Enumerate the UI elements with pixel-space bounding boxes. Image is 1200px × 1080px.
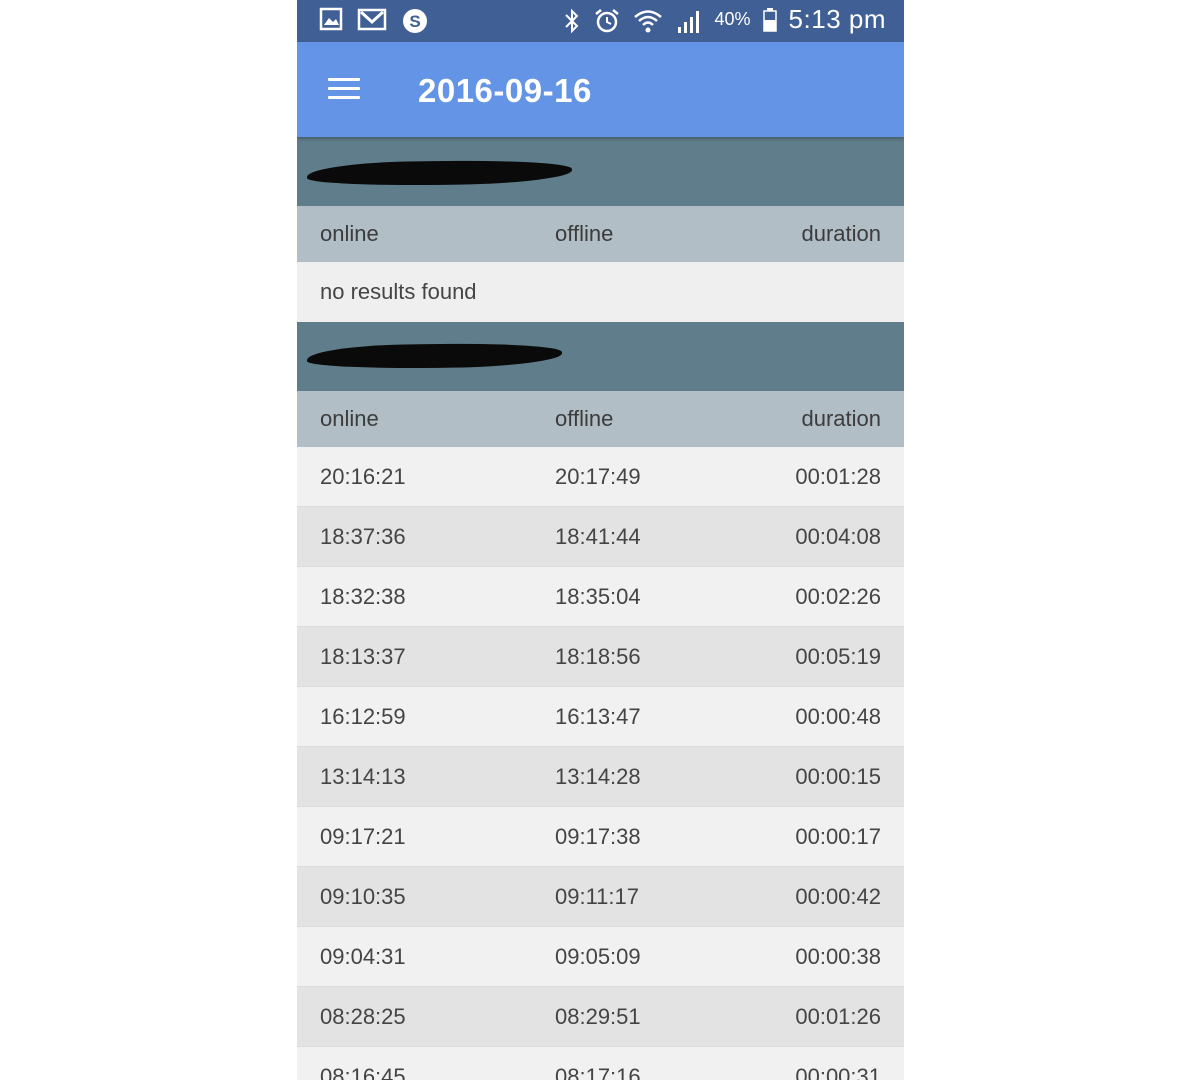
gallery-icon: [319, 7, 343, 33]
bluetooth-icon: [563, 7, 581, 33]
column-online: online: [320, 406, 379, 431]
skype-icon: S: [401, 7, 429, 33]
offline-time: 09:17:38: [555, 823, 641, 849]
offline-time: 16:13:47: [555, 703, 641, 729]
system-status-icons: 40% 5:13 pm: [563, 4, 886, 35]
offline-time: 18:41:44: [555, 523, 641, 549]
column-online: online: [320, 221, 379, 246]
status-bar: S 40% 5:13 pm: [297, 0, 904, 42]
offline-time: 08:17:16: [555, 1063, 641, 1080]
table-row[interactable]: 13:14:13 13:14:28 00:00:15: [297, 747, 904, 807]
table-row[interactable]: 18:37:36 18:41:44 00:04:08: [297, 507, 904, 567]
hamburger-menu-icon[interactable]: [328, 78, 360, 104]
redacted-device-name: [306, 341, 563, 371]
table-row[interactable]: 16:12:59 16:13:47 00:00:48: [297, 687, 904, 747]
battery-percent: 40%: [714, 9, 751, 29]
notification-icons: S: [319, 7, 429, 33]
table-row[interactable]: 08:16:45 08:17:16 00:00:31: [297, 1047, 904, 1080]
duration-value: 00:00:42: [795, 883, 881, 909]
duration-value: 00:04:08: [795, 523, 881, 549]
online-time: 08:16:45: [320, 1063, 406, 1080]
device-header-2[interactable]: [297, 322, 904, 391]
gmail-icon: [357, 7, 387, 33]
online-time: 13:14:13: [320, 763, 406, 789]
online-time: 08:28:25: [320, 1003, 406, 1029]
offline-time: 18:35:04: [555, 583, 641, 609]
offline-time: 20:17:49: [555, 463, 641, 489]
online-time: 09:04:31: [320, 943, 406, 969]
wifi-icon: [633, 7, 663, 33]
table-row[interactable]: 18:32:38 18:35:04 00:02:26: [297, 567, 904, 627]
alarm-icon: [593, 7, 621, 33]
table-row[interactable]: 08:28:25 08:29:51 00:01:26: [297, 987, 904, 1047]
svg-text:S: S: [409, 12, 420, 31]
online-time: 20:16:21: [320, 463, 406, 489]
phone-screen: S 40% 5:13 pm 2016-09-16 online offline …: [297, 0, 904, 1080]
clock: 5:13 pm: [788, 4, 886, 34]
column-duration: duration: [801, 406, 881, 431]
duration-value: 00:02:26: [795, 583, 881, 609]
online-time: 18:37:36: [320, 523, 406, 549]
duration-value: 00:00:48: [795, 703, 881, 729]
column-duration: duration: [801, 221, 881, 246]
battery-icon: [762, 7, 777, 33]
duration-value: 00:01:26: [795, 1003, 881, 1029]
duration-value: 00:01:28: [795, 463, 881, 489]
table-row[interactable]: 09:17:21 09:17:38 00:00:17: [297, 807, 904, 867]
session-list: 20:16:21 20:17:49 00:01:28 18:37:36 18:41:44…: [297, 447, 904, 1080]
online-time: 18:32:38: [320, 583, 406, 609]
table-row[interactable]: 18:13:37 18:18:56 00:05:19: [297, 627, 904, 687]
column-offline: offline: [555, 406, 614, 431]
table-row[interactable]: 09:04:31 09:05:09 00:00:38: [297, 927, 904, 987]
duration-value: 00:00:17: [795, 823, 881, 849]
duration-value: 00:00:31: [795, 1063, 881, 1080]
duration-value: 00:05:19: [795, 643, 881, 669]
empty-state: no results found: [297, 262, 904, 322]
online-time: 09:10:35: [320, 883, 406, 909]
page-title: 2016-09-16: [418, 72, 592, 109]
online-time: 09:17:21: [320, 823, 406, 849]
online-time: 16:12:59: [320, 703, 406, 729]
offline-time: 08:29:51: [555, 1003, 641, 1029]
column-header-1: online offline duration: [297, 206, 904, 262]
offline-time: 13:14:28: [555, 763, 641, 789]
duration-value: 00:00:15: [795, 763, 881, 789]
signal-icon: [675, 7, 703, 33]
table-row[interactable]: 09:10:35 09:11:17 00:00:42: [297, 867, 904, 927]
duration-value: 00:00:38: [795, 943, 881, 969]
online-time: 18:13:37: [320, 643, 406, 669]
redacted-device-name: [306, 158, 573, 188]
offline-time: 09:05:09: [555, 943, 641, 969]
table-row[interactable]: 20:16:21 20:17:49 00:01:28: [297, 447, 904, 507]
column-header-2: online offline duration: [297, 391, 904, 447]
device-header-1[interactable]: [297, 137, 904, 206]
offline-time: 09:11:17: [555, 883, 640, 909]
offline-time: 18:18:56: [555, 643, 641, 669]
app-bar: 2016-09-16: [297, 42, 904, 137]
column-offline: offline: [555, 221, 614, 246]
